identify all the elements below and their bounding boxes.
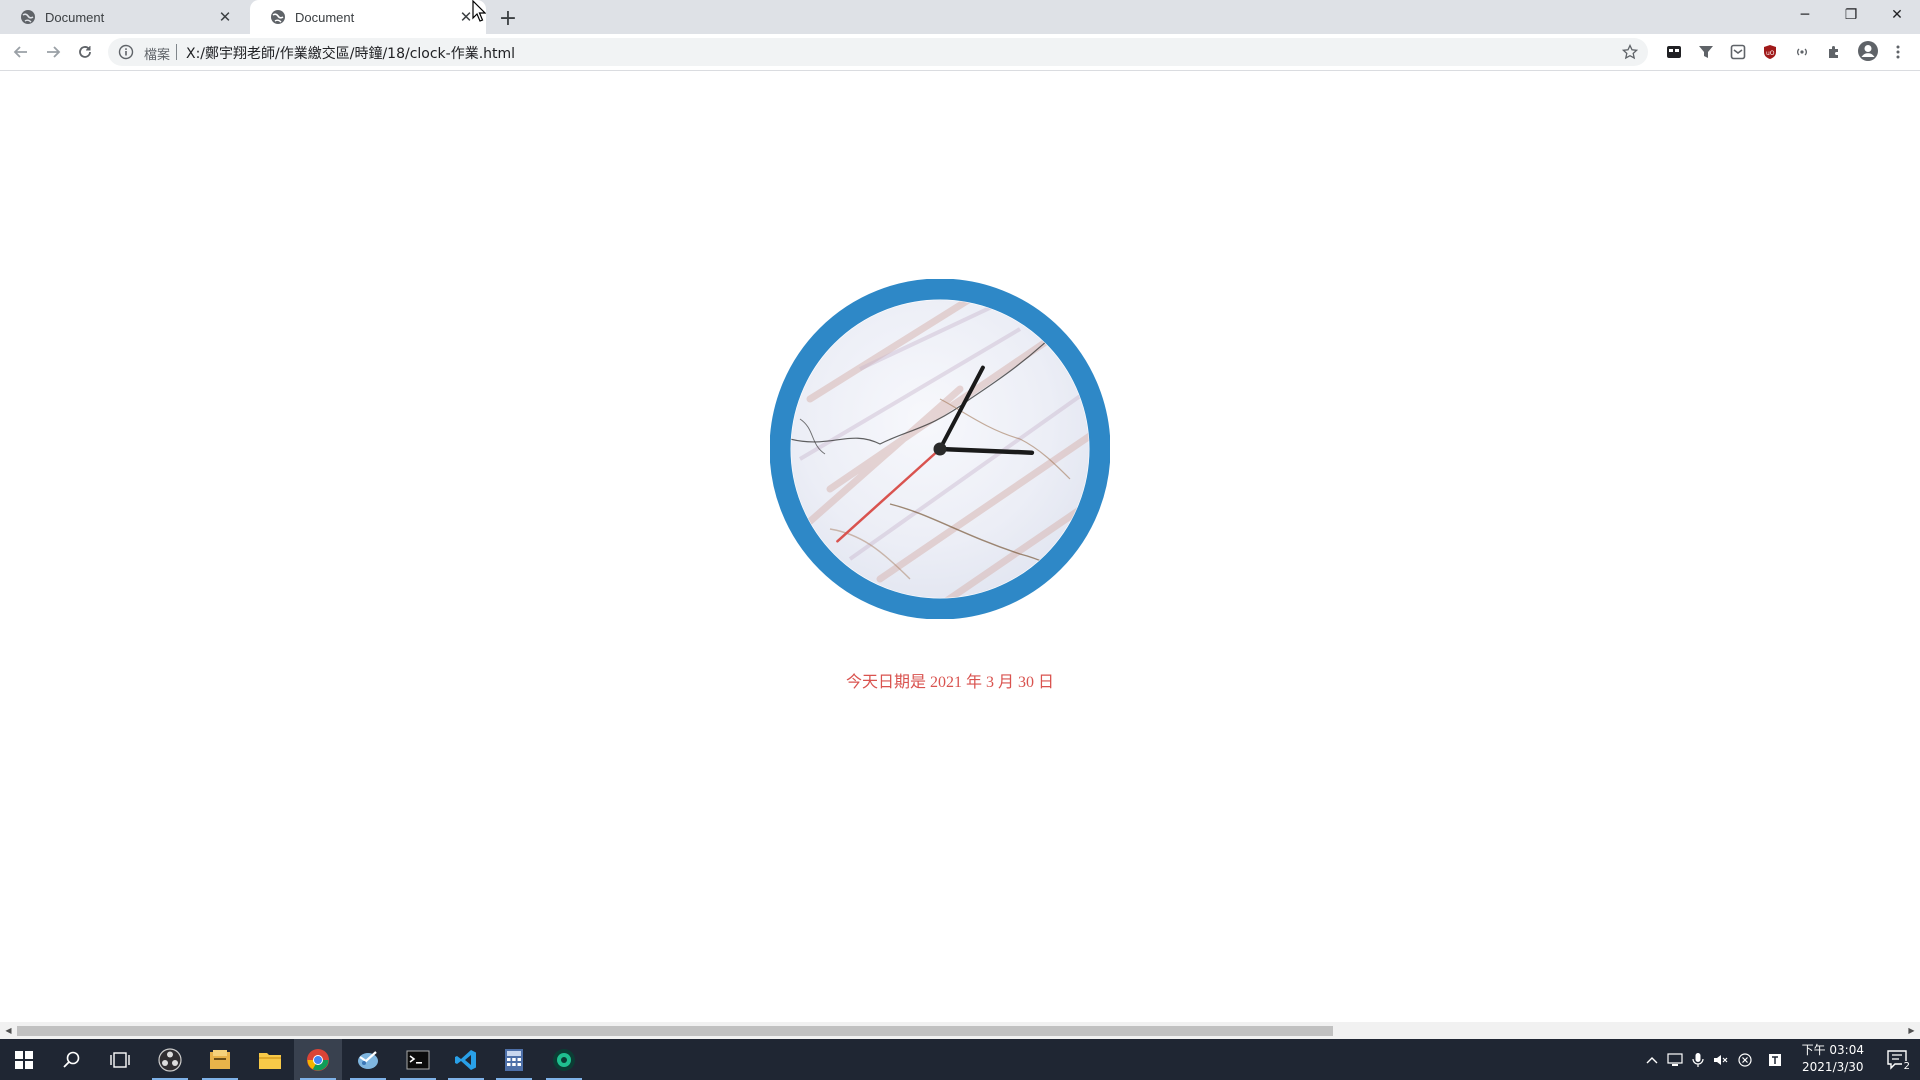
tray-date: 2021/3/30 xyxy=(1802,1060,1864,1074)
input-method-icon[interactable] xyxy=(1765,1050,1785,1070)
back-button[interactable] xyxy=(8,39,34,65)
info-icon[interactable] xyxy=(118,44,134,60)
tray-time: 下午 03:04 xyxy=(1801,1043,1864,1057)
reload-icon xyxy=(79,46,91,58)
funnel-icon[interactable] xyxy=(1696,42,1716,62)
tray-clock[interactable]: 下午 03:04 2021/3/30 xyxy=(1802,1042,1864,1076)
url-text[interactable]: X:/鄭宇翔老師/作業繳交區/時鐘/18/clock-作業.html xyxy=(186,43,515,63)
puzzle-icon[interactable] xyxy=(1824,42,1844,62)
site-label: 檔案 xyxy=(144,48,171,63)
other-app-icon[interactable] xyxy=(540,1039,588,1080)
minimize-button[interactable]: ─ xyxy=(1782,0,1828,30)
scroll-left-icon[interactable]: ◀ xyxy=(0,1022,17,1039)
taskbar: 下午 03:04 2021/3/30 2 xyxy=(0,1039,1920,1080)
task-view-icon[interactable] xyxy=(96,1039,144,1080)
file-manager-icon[interactable] xyxy=(196,1039,244,1080)
page-content: 今天日期是 2021 年 3 月 30 日 xyxy=(0,71,1920,1022)
analog-clock xyxy=(770,279,1110,619)
tab-title: Document xyxy=(45,9,105,25)
volume-muted-icon[interactable] xyxy=(1711,1050,1731,1070)
back-arrow-icon xyxy=(13,46,27,58)
svg-text:uO: uO xyxy=(1766,50,1775,57)
close-tab-icon[interactable]: ✕ xyxy=(215,7,235,27)
new-tab-button[interactable]: + xyxy=(496,6,520,31)
reload-button[interactable] xyxy=(72,39,98,65)
ublock-icon[interactable]: uO xyxy=(1760,42,1780,62)
terminal-icon[interactable] xyxy=(394,1039,442,1080)
save-icon[interactable] xyxy=(1728,42,1748,62)
divider xyxy=(176,44,177,60)
extension-icon[interactable] xyxy=(1664,42,1684,62)
broadcast-icon[interactable] xyxy=(1792,42,1812,62)
forward-button[interactable] xyxy=(40,39,66,65)
search-icon[interactable] xyxy=(48,1039,96,1080)
bookmark-star-icon[interactable] xyxy=(1620,42,1640,62)
chevron-up-icon[interactable] xyxy=(1642,1050,1662,1070)
obs-studio-icon[interactable] xyxy=(146,1039,194,1080)
menu-kebab-icon[interactable] xyxy=(1888,42,1908,62)
vscode-icon[interactable] xyxy=(442,1039,490,1080)
restore-button[interactable]: ❐ xyxy=(1828,0,1874,30)
chrome-icon[interactable] xyxy=(294,1039,342,1080)
microphone-icon[interactable] xyxy=(1688,1050,1708,1070)
mouse-cursor-icon xyxy=(472,0,486,22)
notification-center-icon[interactable]: 2 xyxy=(1886,1049,1912,1072)
scrollbar-thumb[interactable] xyxy=(17,1026,1333,1036)
browser-toolbar: 檔案 X:/鄭宇翔老師/作業繳交區/時鐘/18/clock-作業.html uO xyxy=(0,34,1920,71)
address-bar[interactable]: 檔案 X:/鄭宇翔老師/作業繳交區/時鐘/18/clock-作業.html xyxy=(108,38,1648,66)
file-explorer-icon[interactable] xyxy=(246,1039,294,1080)
profile-avatar-icon[interactable] xyxy=(1856,39,1880,63)
tab-document-2[interactable]: Document ✕ xyxy=(250,0,486,34)
clock-center-pin xyxy=(933,442,947,456)
forward-arrow-icon xyxy=(47,46,61,58)
close-window-button[interactable]: ✕ xyxy=(1874,0,1920,30)
globe-icon xyxy=(270,9,286,25)
calculator-icon[interactable] xyxy=(490,1039,538,1080)
tab-strip: Document ✕ Document ✕ + ─ ❐ ✕ xyxy=(0,0,1920,34)
tab-document-1[interactable]: Document ✕ xyxy=(0,0,245,34)
tab-title: Document xyxy=(295,9,355,25)
scroll-right-icon[interactable]: ▶ xyxy=(1903,1022,1920,1039)
status-x-icon[interactable] xyxy=(1735,1050,1755,1070)
globe-icon xyxy=(20,9,36,25)
horizontal-scrollbar[interactable]: ◀ ▶ xyxy=(0,1022,1920,1039)
windows-start-icon[interactable] xyxy=(0,1039,48,1080)
app-icon[interactable] xyxy=(344,1039,392,1080)
network-icon[interactable] xyxy=(1665,1050,1685,1070)
notification-count: 2 xyxy=(1901,1061,1912,1072)
date-text: 今天日期是 2021 年 3 月 30 日 xyxy=(845,674,1054,691)
